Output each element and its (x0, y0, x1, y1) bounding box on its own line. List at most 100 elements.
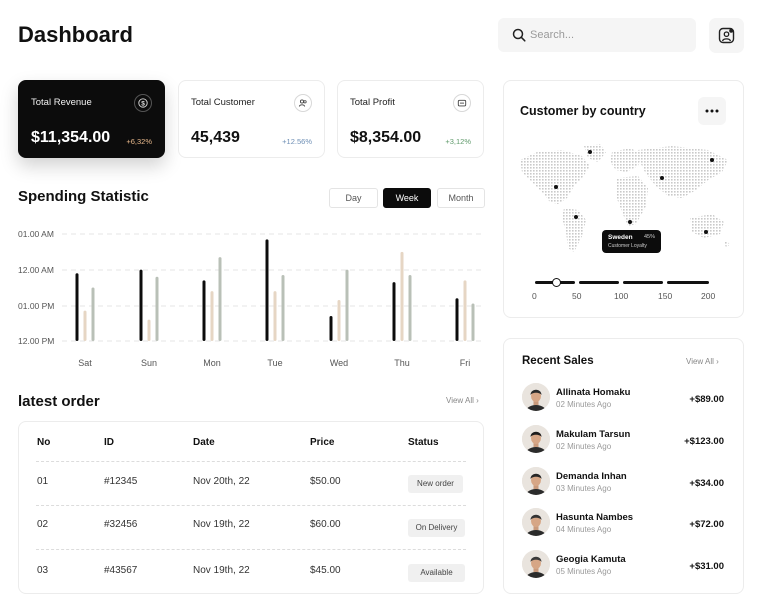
more-horizontal-icon (705, 109, 719, 113)
order-no: 01 (37, 476, 49, 487)
search-input[interactable] (530, 25, 680, 45)
map-marker (660, 176, 664, 180)
avatar-icon (522, 550, 550, 578)
bar-wed-series-3 (345, 269, 349, 341)
bar-sat-series-1 (75, 273, 79, 341)
sale-amount: +$31.00 (689, 561, 724, 572)
x-tick-label: Sat (78, 358, 92, 368)
order-id[interactable]: #32456 (104, 519, 137, 530)
chevron-right-icon: › (716, 357, 719, 366)
sale-name: Geogia Kamuta (556, 554, 626, 565)
scale-segment (579, 281, 619, 284)
map-marker (704, 230, 708, 234)
continent-greenland (584, 144, 606, 162)
tooltip-percent: 45% (643, 234, 655, 240)
scale-label: 150 (658, 291, 673, 301)
sale-name: Makulam Tarsun (556, 429, 631, 440)
sale-time: 02 Minutes Ago (556, 442, 612, 451)
bar-sun-series-2 (147, 319, 151, 341)
bar-mon-series-2 (210, 291, 214, 341)
slider-handle[interactable] (552, 278, 561, 287)
bar-mon-series-3 (218, 257, 222, 341)
column-header: Price (310, 437, 335, 448)
sale-time: 03 Minutes Ago (556, 484, 612, 493)
map-marker (628, 220, 632, 224)
avatar (522, 425, 550, 453)
spending-chart (62, 233, 484, 342)
sales-view-all-link[interactable]: View All › (686, 357, 719, 366)
scale-segment (667, 281, 709, 284)
order-date: Nov 20th, 22 (193, 476, 250, 487)
search-bar[interactable] (498, 18, 696, 52)
sale-name: Hasunta Nambes (556, 512, 634, 523)
view-all-label: View All (686, 357, 714, 366)
column-header: ID (104, 437, 114, 448)
bar-thu-series-2 (400, 251, 404, 341)
bar-thu-series-1 (392, 282, 396, 341)
island (724, 240, 730, 248)
avatar-icon (522, 383, 550, 411)
bar-fri-series-3 (471, 303, 475, 341)
status-badge: On Delivery (408, 519, 465, 537)
x-tick-label: Sun (140, 358, 157, 368)
scale-label: 50 (572, 291, 582, 301)
status-badge: New order (408, 475, 463, 493)
bar-sat-series-3 (91, 287, 95, 341)
order-no: 03 (37, 565, 49, 576)
country-title: Customer by country (520, 104, 646, 118)
order-date: Nov 19th, 22 (193, 565, 250, 576)
continent-africa (616, 176, 648, 226)
map-marker (588, 150, 592, 154)
continent-north-america (520, 150, 590, 204)
order-id[interactable]: #12345 (104, 476, 137, 487)
avatar-icon (522, 425, 550, 453)
map-marker (574, 215, 578, 219)
avatar (522, 383, 550, 411)
order-id[interactable]: #43567 (104, 565, 137, 576)
bar-sat-series-2 (83, 310, 87, 341)
row-divider (36, 505, 466, 506)
scale-label: 200 (701, 291, 716, 301)
x-tick-label: Tue (267, 358, 283, 368)
recent-sales-title: Recent Sales (522, 355, 594, 367)
order-price: $50.00 (310, 476, 341, 487)
continent-australia (690, 214, 724, 238)
bar-fri-series-1 (455, 298, 459, 341)
sale-name: Demanda Inhan (556, 471, 627, 482)
column-header: Status (408, 437, 439, 448)
sale-amount: +$123.00 (684, 436, 724, 447)
view-all-label: View All (446, 396, 474, 405)
scale-segment (623, 281, 663, 284)
tooltip-country: Sweden (608, 234, 633, 241)
order-date: Nov 19th, 22 (193, 519, 250, 530)
order-price: $45.00 (310, 565, 341, 576)
profile-button[interactable] (709, 18, 744, 53)
bar-wed-series-1 (329, 316, 333, 341)
avatar (522, 467, 550, 495)
orders-view-all-link[interactable]: View All › (446, 396, 479, 405)
scale-label: 0 (532, 291, 537, 301)
row-divider (36, 461, 466, 462)
tooltip-subtitle: Customer Loyalty (608, 243, 647, 249)
sale-amount: +$89.00 (689, 394, 724, 405)
sale-time: 04 Minutes Ago (556, 525, 612, 534)
status-badge: Available (408, 564, 465, 582)
continent-south-america (562, 208, 586, 252)
bar-wed-series-2 (337, 299, 341, 341)
avatar (522, 550, 550, 578)
search-icon (512, 28, 526, 42)
avatar-icon (522, 508, 550, 536)
country-tooltip: Sweden 45% Customer Loyalty (602, 230, 661, 253)
x-tick-label: Thu (394, 358, 410, 368)
x-tick-label: Fri (459, 358, 471, 368)
orders-title: latest order (18, 393, 100, 410)
column-header: Date (193, 437, 215, 448)
more-options-button[interactable] (698, 97, 726, 125)
bar-fri-series-2 (463, 280, 467, 341)
bar-thu-series-3 (408, 275, 412, 341)
bar-tue-series-2 (273, 291, 277, 341)
chevron-right-icon: › (476, 396, 479, 405)
sale-name: Allinata Homaku (556, 387, 631, 398)
map-marker (554, 185, 558, 189)
avatar-icon (522, 467, 550, 495)
